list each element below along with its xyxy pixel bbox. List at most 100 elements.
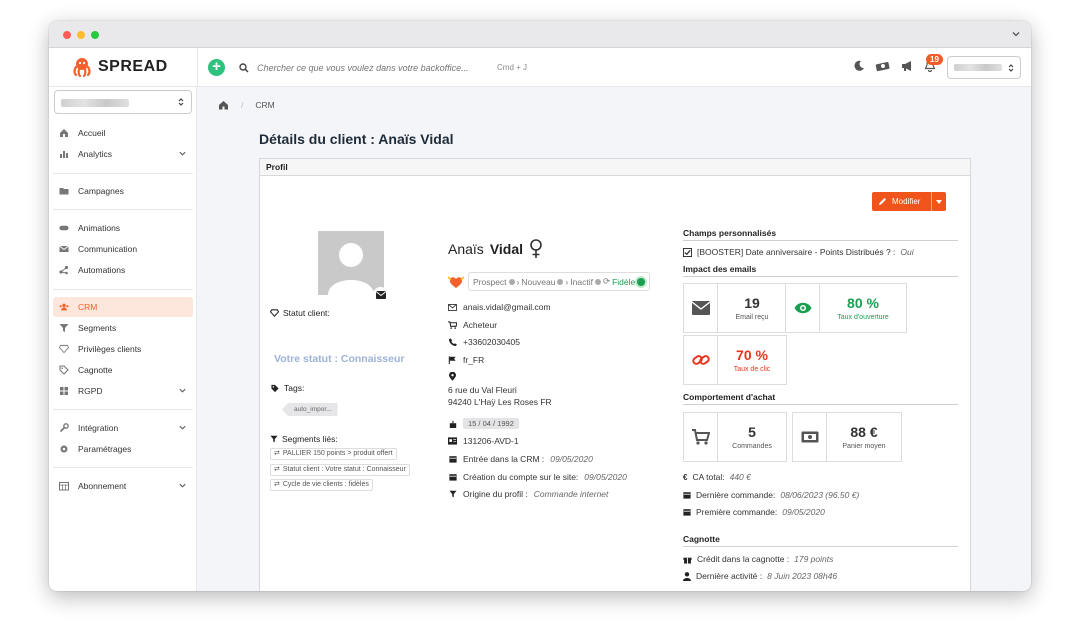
segment-chip[interactable]: ⇄ Statut client : Votre statut : Connaiss… xyxy=(270,464,410,476)
breadcrumb-current[interactable]: CRM xyxy=(255,100,274,110)
crm-entry-row: Entrée dans la CRM : 09/05/2020 xyxy=(448,454,593,464)
eye-icon xyxy=(786,284,820,332)
chevron-down-icon[interactable] xyxy=(1011,29,1021,39)
sidebar-item-analytics[interactable]: Analytics xyxy=(53,144,193,164)
search-bar[interactable] xyxy=(239,58,534,77)
profile-card: Profil Modifier Statut client: Votre sta… xyxy=(259,158,971,591)
tags-label: Tags: xyxy=(284,383,305,393)
sidebar-item-segments[interactable]: Segments xyxy=(53,318,193,338)
phone-icon xyxy=(448,338,457,346)
orders-value: 5 xyxy=(748,424,756,440)
calendar-grid-icon xyxy=(59,481,69,491)
breadcrumb: / CRM xyxy=(218,100,275,110)
browser-window: SPREAD + Cmd + J 19 Accueil xyxy=(49,21,1031,591)
birthday-row: 15 / 04 / 1992 xyxy=(448,418,519,429)
sidebar-item-abonnement[interactable]: Abonnement xyxy=(53,476,193,496)
sidebar-item-label: Cagnotte xyxy=(78,365,113,375)
megaphone-icon[interactable] xyxy=(901,60,914,72)
sidebar-item-accueil[interactable]: Accueil xyxy=(53,123,193,143)
sidebar-item-cagnotte[interactable]: Cagnotte xyxy=(53,360,193,380)
title-bar xyxy=(49,21,1031,48)
origin-value: Commande internet xyxy=(533,489,609,499)
nodes-icon xyxy=(59,265,69,275)
sidebar: Accueil Analytics Campagnes Animations C… xyxy=(49,87,197,591)
sidebar-item-integration[interactable]: Intégration xyxy=(53,418,193,438)
ca-total-label: CA total: xyxy=(692,472,725,482)
phone-row: +33602030405 xyxy=(448,337,520,347)
calendar-icon xyxy=(448,455,457,463)
sidebar-item-rgpd[interactable]: RGPD xyxy=(53,381,193,401)
logo[interactable]: SPREAD xyxy=(71,56,168,78)
id-card-icon xyxy=(448,437,457,445)
tags-icon xyxy=(271,384,279,392)
sidebar-item-label: Paramétrages xyxy=(78,444,132,454)
modify-button[interactable]: Modifier xyxy=(872,192,946,211)
sidebar-item-label: Segments xyxy=(78,323,117,333)
sync-icon: ⇄ xyxy=(274,450,280,457)
cart-icon xyxy=(448,321,457,329)
envelope-icon xyxy=(684,284,718,332)
lifecycle-steps: Prospect › Nouveau › Inactif ⟳ Fidèle xyxy=(448,272,651,291)
filter-icon xyxy=(270,435,278,443)
home-icon[interactable] xyxy=(218,100,229,110)
lifecycle-inactif: Inactif xyxy=(570,276,593,287)
search-input[interactable] xyxy=(257,62,497,73)
store-select[interactable] xyxy=(54,90,192,114)
sidebar-item-communication[interactable]: Communication xyxy=(53,239,193,259)
flag-icon xyxy=(448,356,457,364)
first-name: Anaïs xyxy=(448,241,484,257)
id-row: 131206-AVD-1 xyxy=(448,436,519,446)
origin-row: Origine du profil : Commande internet xyxy=(448,489,608,499)
custom-field-label: [BOOSTER] Date anniversaire - Points Dis… xyxy=(697,247,896,257)
emails-received-label: Email reçu xyxy=(735,314,769,321)
tags-label-row: Tags: xyxy=(270,383,304,393)
tag-chip[interactable]: auto_impor... xyxy=(282,403,338,416)
sidebar-item-automations[interactable]: Automations xyxy=(53,260,193,280)
last-activity-label: Dernière activité : xyxy=(696,571,763,581)
orders-stat: 5 Commandes xyxy=(683,412,787,462)
pencil-icon xyxy=(879,198,886,205)
card-header: Profil xyxy=(260,159,970,176)
account-select[interactable] xyxy=(947,56,1021,79)
close-window-icon[interactable] xyxy=(63,31,71,39)
client-id: 131206-AVD-1 xyxy=(463,436,519,446)
open-rate-value: 80 % xyxy=(847,295,879,311)
client-phone[interactable]: +33602030405 xyxy=(463,337,520,347)
divider xyxy=(53,173,193,174)
money-icon[interactable] xyxy=(875,60,891,72)
account-created-label: Création du compte sur le site: xyxy=(463,472,579,482)
sidebar-item-label: Privilèges clients xyxy=(78,344,142,354)
link-icon xyxy=(684,336,718,384)
sidebar-item-label: CRM xyxy=(78,302,98,312)
sidebar-item-label: Abonnement xyxy=(78,481,127,491)
modify-dropdown-toggle[interactable] xyxy=(931,192,946,211)
bar-chart-icon xyxy=(59,149,69,159)
address-row xyxy=(448,372,457,381)
sidebar-item-crm[interactable]: CRM xyxy=(53,297,193,317)
cagnotte-credit-row: Crédit dans la cagnotte : 179 points xyxy=(683,554,833,564)
address-block: 6 rue du Val Fleuri 94240 L'Haÿ Les Rose… xyxy=(448,384,552,408)
divider xyxy=(53,409,193,410)
maximize-window-icon[interactable] xyxy=(91,31,99,39)
gift-icon xyxy=(683,557,692,564)
chevron-down-icon xyxy=(179,483,186,488)
sidebar-item-campagnes[interactable]: Campagnes xyxy=(53,181,193,201)
client-birthday: 15 / 04 / 1992 xyxy=(463,418,519,429)
sidebar-item-privileges[interactable]: Privilèges clients xyxy=(53,339,193,359)
status-label-row: Statut client: xyxy=(270,308,330,318)
cagnotte-credit-value: 179 points xyxy=(794,554,834,564)
moon-icon[interactable] xyxy=(853,60,865,72)
sidebar-item-label: Intégration xyxy=(78,423,119,433)
minimize-window-icon[interactable] xyxy=(77,31,85,39)
address-line1: 6 rue du Val Fleuri xyxy=(448,385,517,395)
avatar xyxy=(318,231,384,295)
sidebar-item-parametrages[interactable]: Paramétrages xyxy=(53,439,193,459)
home-icon xyxy=(59,128,69,138)
client-email[interactable]: anais.vidal@gmail.com xyxy=(463,302,551,312)
segment-chip[interactable]: ⇄ Cycle de vie clients : fidèles xyxy=(270,479,373,491)
checkbox-checked-icon xyxy=(683,247,692,257)
sidebar-item-animations[interactable]: Animations xyxy=(53,218,193,238)
segment-chip[interactable]: ⇄ PALLIER 150 points > produit offert xyxy=(270,448,397,460)
add-button[interactable]: + xyxy=(208,59,225,76)
wrench-icon xyxy=(59,423,69,433)
